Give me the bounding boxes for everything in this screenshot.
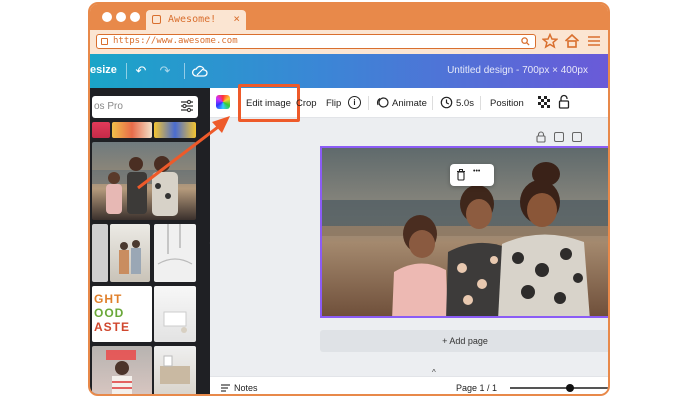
crop-button[interactable]: Crop [296, 98, 317, 109]
edit-image-highlight [238, 84, 300, 122]
browser-titlebar: Awesome! × [90, 4, 608, 30]
zoom-slider-handle[interactable] [566, 384, 574, 392]
add-page-button[interactable]: + Add page [320, 330, 608, 352]
element-popup-menu: ••• [450, 164, 494, 186]
toolbar-divider [480, 96, 481, 110]
editor-topbar: esize ↶ ↷ Untitled design - 700px × 400p… [90, 54, 608, 88]
template-thumbnail[interactable] [92, 346, 152, 394]
window-minimize-dot[interactable] [116, 12, 126, 22]
search-placeholder: os Pro [94, 101, 123, 112]
girl-photo-image [106, 350, 136, 394]
template-thumbnail[interactable] [112, 122, 152, 138]
topbar-divider [126, 63, 127, 79]
toolbar-divider [368, 96, 369, 110]
template-thumbnail[interactable] [154, 122, 196, 138]
notes-icon[interactable] [220, 383, 231, 393]
duplicate-page-icon[interactable] [554, 132, 564, 142]
lamps-photo-image [157, 224, 193, 265]
template-thumbnail[interactable] [154, 346, 196, 394]
edit-toolbar: Edit image Crop Flip i Animate 5.0s Posi… [210, 84, 608, 122]
template-thumbnail[interactable] [154, 286, 196, 342]
tab-close-icon[interactable]: × [233, 12, 240, 25]
screenshot-stage: Awesome! × https://www.awesome.com esize… [0, 0, 700, 400]
animate-icon[interactable] [376, 96, 389, 109]
document-title[interactable]: Untitled design - 700px × 400px [447, 65, 588, 76]
url-text: https://www.awesome.com [113, 36, 238, 46]
menu-icon[interactable] [586, 33, 602, 49]
browser-toolbar: https://www.awesome.com [90, 30, 608, 54]
content-sidebar: os Pro GHT OOD ASTE [90, 88, 210, 394]
animate-button[interactable]: Animate [392, 98, 427, 109]
kids-photo-image [92, 156, 196, 216]
zoom-slider-track[interactable] [510, 387, 608, 389]
editor-footer: Notes Page 1 / 1 [210, 376, 608, 394]
info-icon[interactable]: i [348, 96, 361, 109]
thumbnail-text: GHT [94, 292, 123, 306]
color-swatch-icon[interactable] [216, 95, 230, 109]
template-thumbnail[interactable] [110, 224, 150, 282]
duration-button[interactable]: 5.0s [456, 98, 474, 109]
page-icon [101, 38, 108, 45]
more-options-icon[interactable]: ••• [473, 168, 480, 175]
people-photo-image [119, 240, 141, 274]
window-maximize-dot[interactable] [130, 12, 140, 22]
transparency-icon[interactable] [538, 96, 550, 108]
toolbar-divider [432, 96, 433, 110]
template-thumbnail[interactable] [154, 224, 196, 282]
page-indicator[interactable]: Page 1 / 1 [456, 383, 497, 393]
window-close-dot[interactable] [102, 12, 112, 22]
template-thumbnail[interactable]: GHT OOD ASTE [92, 286, 152, 342]
page-lock-icon[interactable] [536, 131, 546, 143]
clock-icon[interactable] [440, 96, 453, 109]
notes-button[interactable]: Notes [234, 383, 258, 393]
template-thumbnail[interactable] [92, 122, 110, 138]
undo-icon[interactable]: ↶ [132, 62, 150, 80]
editor-main: Edit image Crop Flip i Animate 5.0s Posi… [210, 84, 608, 394]
desk-photo-image [163, 311, 187, 333]
browser-window: Awesome! × https://www.awesome.com esize… [88, 2, 610, 396]
sidebar-search-input[interactable]: os Pro [92, 96, 198, 118]
topbar-divider [184, 63, 185, 79]
thumbnail-text: ASTE [94, 320, 131, 334]
redo-icon[interactable]: ↷ [156, 62, 174, 80]
filter-icon[interactable] [180, 99, 194, 113]
home-icon[interactable] [564, 33, 580, 49]
thumbnail-text: OOD [94, 306, 125, 320]
room-photo-image [160, 355, 190, 384]
trash-icon[interactable] [456, 169, 466, 181]
star-icon[interactable] [542, 33, 558, 49]
add-page-icon[interactable] [572, 132, 582, 142]
selected-photo-thumbnail[interactable] [92, 142, 196, 220]
search-icon[interactable] [521, 37, 530, 46]
lock-icon[interactable] [558, 94, 570, 109]
address-bar[interactable]: https://www.awesome.com [96, 34, 536, 49]
tab-title: Awesome! [168, 14, 217, 25]
tab-favicon-icon [152, 15, 161, 24]
resize-button[interactable]: esize [90, 64, 117, 76]
template-thumbnail[interactable] [92, 224, 108, 282]
cloud-sync-icon[interactable] [192, 64, 208, 78]
position-button[interactable]: Position [490, 98, 524, 109]
browser-tab[interactable]: Awesome! × [146, 10, 246, 30]
flip-button[interactable]: Flip [326, 98, 341, 109]
